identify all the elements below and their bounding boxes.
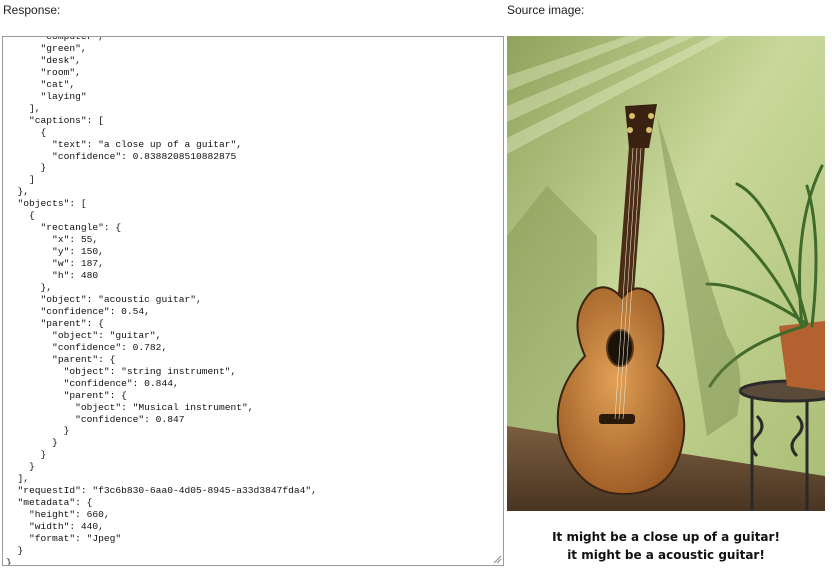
caption-line-2: it might be a acoustic guitar! [567,548,765,562]
source-image [507,36,825,511]
page: Response: Source image: "computer", "gre… [0,0,832,570]
response-textarea[interactable]: "computer", "green", "desk", "room", "ca… [2,36,504,566]
source-image-label: Source image: [507,3,585,17]
resize-grip-icon[interactable] [492,554,502,564]
response-label: Response: [3,3,61,17]
caption-line-1: It might be a close up of a guitar! [552,530,780,544]
response-json-text: "computer", "green", "desk", "room", "ca… [6,36,317,566]
